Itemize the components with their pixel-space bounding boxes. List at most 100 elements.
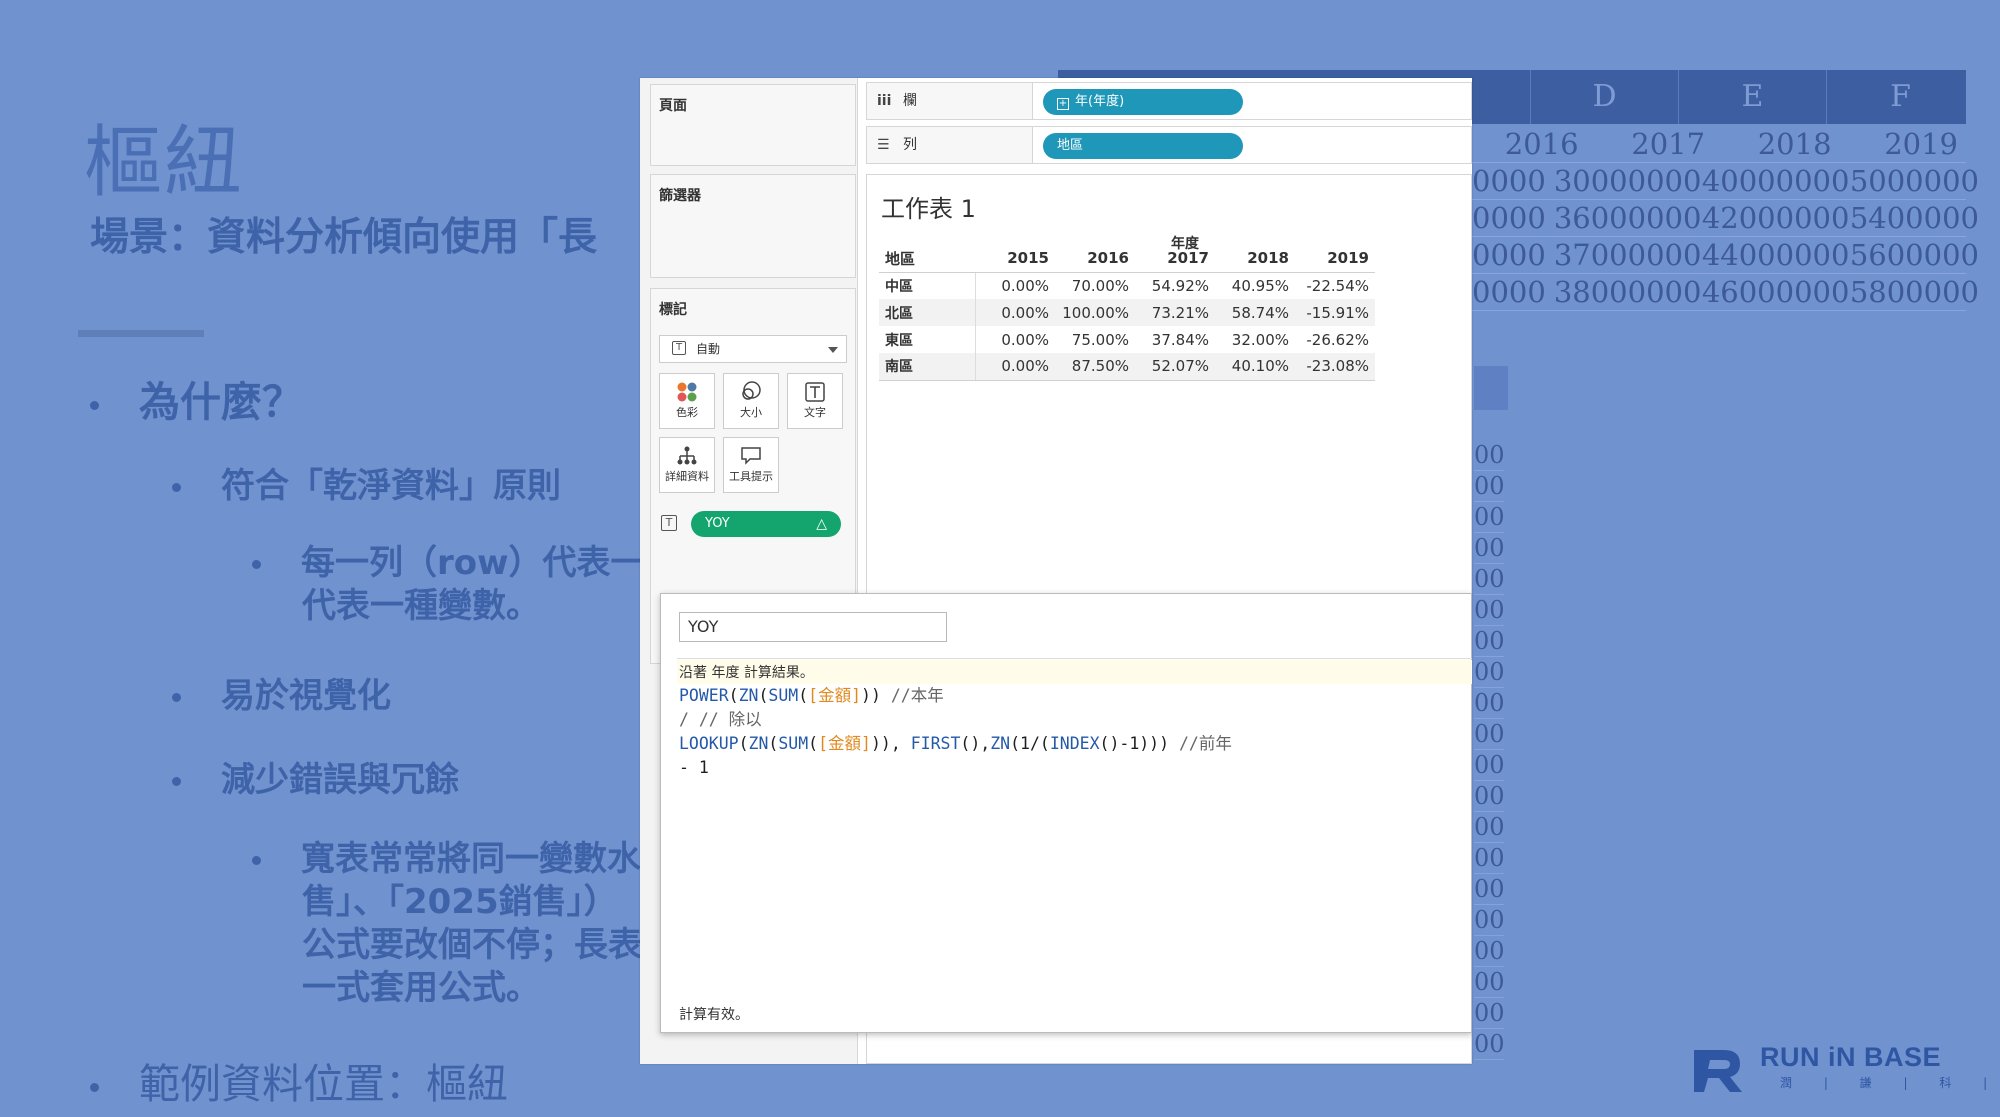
field-token: [金額] — [818, 734, 871, 753]
value-cell[interactable]: 54.92% — [1135, 272, 1215, 299]
pages-card[interactable]: 頁面 — [650, 84, 856, 166]
table-row: 中區 0.00% 70.00% 54.92% 40.95% -22.54% — [879, 272, 1375, 299]
year-header: 2018 — [1215, 245, 1295, 273]
tooltip-button[interactable]: 工具提示 — [723, 437, 779, 493]
mark-type-select[interactable]: T 自動 — [659, 335, 847, 363]
size-icon — [724, 374, 778, 404]
value-cell[interactable]: 100.00% — [1055, 299, 1135, 326]
bullet-dot — [90, 400, 99, 410]
calc-name-input[interactable]: YOY — [679, 612, 947, 642]
text-button[interactable]: 文字 — [787, 373, 843, 429]
detail-hierarchy-icon — [660, 438, 714, 468]
rows-shelf-label: ☰ 列 — [867, 127, 1033, 163]
formula-line-1: POWER(ZN(SUM([金額])) //本年 — [679, 686, 944, 705]
bullet-text: 為什麼？ — [139, 378, 303, 426]
year-pill[interactable]: + 年(年度) — [1043, 89, 1243, 115]
value-cell[interactable]: -15.91% — [1295, 299, 1375, 326]
value-cell[interactable]: 37.84% — [1135, 326, 1215, 353]
color-button-label: 色彩 — [676, 406, 698, 419]
bg-sheet-side-cell: 00 — [1474, 813, 1505, 843]
value-cell[interactable]: 0.00% — [975, 272, 1055, 299]
table-row: 南區 0.00% 87.50% 52.07% 40.10% -23.08% — [879, 353, 1375, 381]
slide-divider — [78, 330, 204, 337]
bullet-visualize: 易於視覺化 — [172, 668, 391, 717]
size-button[interactable]: 大小 — [723, 373, 779, 429]
filters-card[interactable]: 篩選器 — [650, 174, 856, 278]
bullet-reduce-errors: 減少錯誤與冗餘 — [172, 752, 459, 801]
formula-line-3: LOOKUP(ZN(SUM([金額])), FIRST(),ZN(1/(INDE… — [679, 734, 1232, 753]
bullet-clean-data: 符合「乾淨資料」原則 — [172, 458, 561, 507]
bg-sheet-side-cell: 00 — [1474, 782, 1505, 812]
formula-line-4: - 1 — [679, 758, 709, 777]
bullet-dot — [90, 1082, 99, 1092]
expand-box-icon: + — [1057, 98, 1069, 110]
value-cell[interactable]: 70.00% — [1055, 272, 1135, 299]
fn-token: ZN — [990, 734, 1011, 753]
tooltip-speech-icon — [724, 438, 778, 468]
value-cell[interactable]: 0.00% — [975, 299, 1055, 326]
bullet-dot — [172, 777, 181, 786]
table-row: 東區 0.00% 75.00% 37.84% 32.00% -26.62% — [879, 326, 1375, 353]
calc-formula-editor[interactable]: 沿著 年度 計算結果。 POWER(ZN(SUM([金額])) //本年 / /… — [677, 660, 1472, 970]
value-cell[interactable]: 73.21% — [1135, 299, 1215, 326]
value-cell[interactable]: 52.07% — [1135, 353, 1215, 381]
bg-sheet-side-cell: 00 — [1474, 596, 1505, 626]
bg-sheet-side-cell: 00 — [1474, 751, 1505, 781]
bg-sheet-cell: 40000000 — [1701, 164, 1850, 198]
bg-sheet-side-cell: 00 — [1474, 565, 1505, 595]
value-cell[interactable]: 32.00% — [1215, 326, 1295, 353]
columns-shelf[interactable]: iii 欄 + 年(年度) — [866, 82, 1472, 120]
tooltip-button-label: 工具提示 — [729, 470, 773, 483]
value-cell[interactable]: 40.10% — [1215, 353, 1295, 381]
bg-sheet-cell: 37000000 — [1553, 238, 1702, 272]
bullet-text: 易於視覺化 — [221, 676, 391, 716]
region-cell[interactable]: 東區 — [879, 326, 976, 353]
bg-sheet-cell: 2017 — [1631, 127, 1706, 161]
bullet-wide-table: 寬表常常將同一變數水 售」、「2025銷售」） 公式要改個不停；長表 一式套用公式。 — [252, 838, 642, 1010]
bg-sheet-cell: 5000000 — [1849, 164, 1979, 198]
value-cell[interactable]: 87.50% — [1055, 353, 1135, 381]
fn-token: FIRST — [910, 734, 961, 753]
value-cell[interactable]: -22.54% — [1295, 272, 1375, 299]
comment-token: / // 除以 — [679, 710, 762, 729]
marks-card-title: 標記 — [659, 302, 687, 318]
region-pill[interactable]: 地區 — [1043, 133, 1243, 159]
bg-sheet-cell: 38000000 — [1553, 275, 1702, 309]
region-cell[interactable]: 南區 — [879, 353, 976, 381]
bg-sheet-side-cell: 00 — [1474, 720, 1505, 750]
bullet-dot — [172, 483, 181, 492]
bg-sheet-side-cell: 00 — [1474, 627, 1505, 657]
fn-token: SUM — [778, 734, 809, 753]
value-cell[interactable]: 75.00% — [1055, 326, 1135, 353]
value-cell[interactable]: 0.00% — [975, 326, 1055, 353]
detail-button[interactable]: 詳細資料 — [659, 437, 715, 493]
fn-token: ZN — [738, 686, 759, 705]
crosstab: 年度 地區 2015 2016 2017 2018 2019 中區 0.00% … — [879, 236, 1375, 381]
bg-sheet-col-e: E — [1678, 70, 1826, 124]
filters-card-title: 篩選器 — [659, 188, 701, 204]
value-cell[interactable]: 40.95% — [1215, 272, 1295, 299]
fn-token: ZN — [748, 734, 769, 753]
bg-sheet-cell: 42000000 — [1701, 201, 1850, 235]
text-icon — [788, 374, 842, 404]
text-mark-icon: T — [661, 515, 677, 531]
color-button[interactable]: 色彩 — [659, 373, 715, 429]
bg-sheet-cell: 0000 — [1472, 275, 1546, 309]
year-header-caption: 年度 — [1171, 236, 1199, 252]
columns-shelf-label: iii 欄 — [867, 83, 1033, 119]
fn-token: LOOKUP — [679, 734, 739, 753]
fn-token: SUM — [768, 686, 799, 705]
value-cell[interactable]: -26.62% — [1295, 326, 1375, 353]
rows-shelf[interactable]: ☰ 列 地區 — [866, 126, 1472, 164]
bg-sheet-cell: 0000 — [1472, 238, 1546, 272]
year-header: 2015 — [975, 245, 1055, 273]
region-cell[interactable]: 中區 — [879, 272, 976, 299]
year-header: 2016 — [1055, 245, 1135, 273]
value-cell[interactable]: 0.00% — [975, 353, 1055, 381]
value-cell[interactable]: 58.74% — [1215, 299, 1295, 326]
value-cell[interactable]: -23.08% — [1295, 353, 1375, 381]
bg-sheet-cell: 0000 — [1472, 164, 1546, 198]
yoy-measure-pill[interactable]: YOY △ — [691, 511, 841, 537]
bg-sheet-cell: 36000000 — [1553, 201, 1702, 235]
region-cell[interactable]: 北區 — [879, 299, 976, 326]
